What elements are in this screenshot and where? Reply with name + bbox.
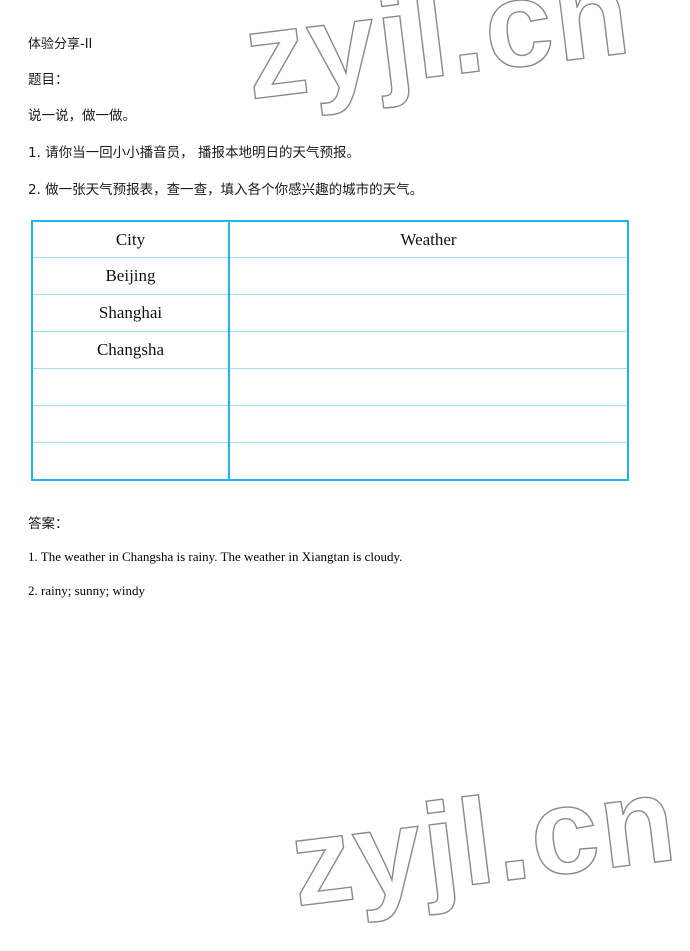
table-row: Changsha	[32, 331, 628, 369]
cell-weather[interactable]	[228, 294, 628, 332]
cell-city[interactable]	[32, 442, 230, 480]
task-item-1: 1. 请你当一回小小播音员， 播报本地明日的天气预报。	[28, 145, 360, 161]
answer-item-1: 1. The weather in Changsha is rainy. The…	[28, 549, 403, 564]
page-title: 体验分享-II	[28, 37, 93, 52]
table-row: Shanghai	[32, 294, 628, 332]
cell-city[interactable]	[32, 368, 230, 406]
watermark-top: zyjl.cn	[237, 0, 639, 126]
cell-weather[interactable]	[228, 331, 628, 369]
section-label-question: 题目：	[28, 72, 69, 88]
weather-forecast-table: City Weather Beijing Shanghai Changsha	[31, 220, 629, 481]
table-row	[32, 368, 628, 406]
cell-weather[interactable]	[228, 368, 628, 406]
cell-weather[interactable]	[228, 442, 628, 480]
table-header-city: City	[32, 221, 230, 258]
table-header-weather: Weather	[228, 221, 628, 258]
cell-city: Beijing	[32, 257, 230, 295]
watermark-bottom: zyjl.cn	[283, 749, 685, 933]
cell-city: Shanghai	[32, 294, 230, 332]
cell-weather[interactable]	[228, 257, 628, 295]
answer-item-2: 2. rainy; sunny; windy	[28, 583, 145, 598]
section-label-answers: 答案：	[28, 516, 69, 532]
cell-city[interactable]	[32, 405, 230, 443]
table-row	[32, 442, 628, 480]
task-item-2: 2. 做一张天气预报表，查一查，填入各个你感兴趣的城市的天气。	[28, 182, 424, 198]
table-row: Beijing	[32, 257, 628, 295]
table-header-row: City Weather	[32, 221, 628, 258]
prompt-text: 说一说，做一做。	[28, 108, 136, 124]
cell-weather[interactable]	[228, 405, 628, 443]
cell-city: Changsha	[32, 331, 230, 369]
table-row	[32, 405, 628, 443]
